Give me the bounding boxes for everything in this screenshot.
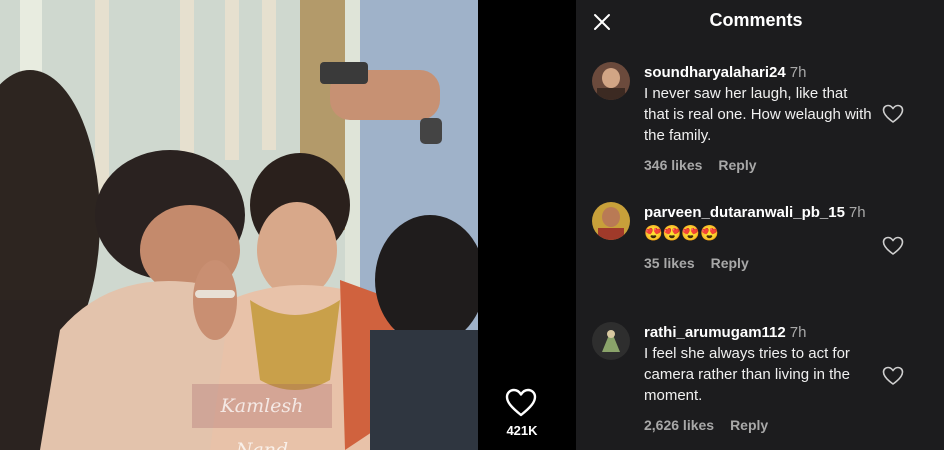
reply-button[interactable]: Reply [730, 417, 768, 433]
comment-like-button[interactable] [882, 366, 904, 386]
comment-text: I never saw her laugh, like that that is… [644, 85, 872, 144]
heart-outline-icon [882, 236, 904, 255]
watermark: Kamlesh Nand [192, 384, 332, 450]
heart-outline-icon [882, 366, 904, 385]
like-count: 421K [506, 423, 538, 438]
comment-like-button[interactable] [882, 236, 904, 256]
comment-text: 😍😍😍😍 [644, 225, 719, 242]
comment-username[interactable]: soundharyalahari24 [644, 64, 786, 81]
heart-icon [505, 388, 537, 417]
heart-outline-icon [882, 104, 904, 123]
reply-button[interactable]: Reply [711, 255, 749, 271]
avatar[interactable] [592, 322, 630, 360]
comment-likes[interactable]: 35 likes [644, 255, 695, 271]
comment-username[interactable]: parveen_dutaranwali_pb_15 [644, 204, 845, 221]
video-frame[interactable]: Kamlesh Nand [0, 0, 478, 450]
comment-time: 7h [789, 324, 807, 341]
comment-text: I feel she always tries to act for camer… [644, 345, 850, 404]
comment-time: 7h [848, 204, 866, 221]
reply-button[interactable]: Reply [718, 157, 756, 173]
comment-likes[interactable]: 346 likes [644, 157, 702, 173]
comment-likes[interactable]: 2,626 likes [644, 417, 714, 433]
panel-title: Comments [709, 10, 803, 30]
avatar[interactable] [592, 62, 630, 100]
video-image [0, 0, 478, 450]
comment-time: 7h [789, 64, 807, 81]
video-sidebar [478, 0, 576, 450]
comment-like-button[interactable] [882, 104, 904, 124]
comment-username[interactable]: rathi_arumugam112 [644, 324, 786, 341]
avatar[interactable] [592, 202, 630, 240]
like-button[interactable] [505, 388, 537, 418]
